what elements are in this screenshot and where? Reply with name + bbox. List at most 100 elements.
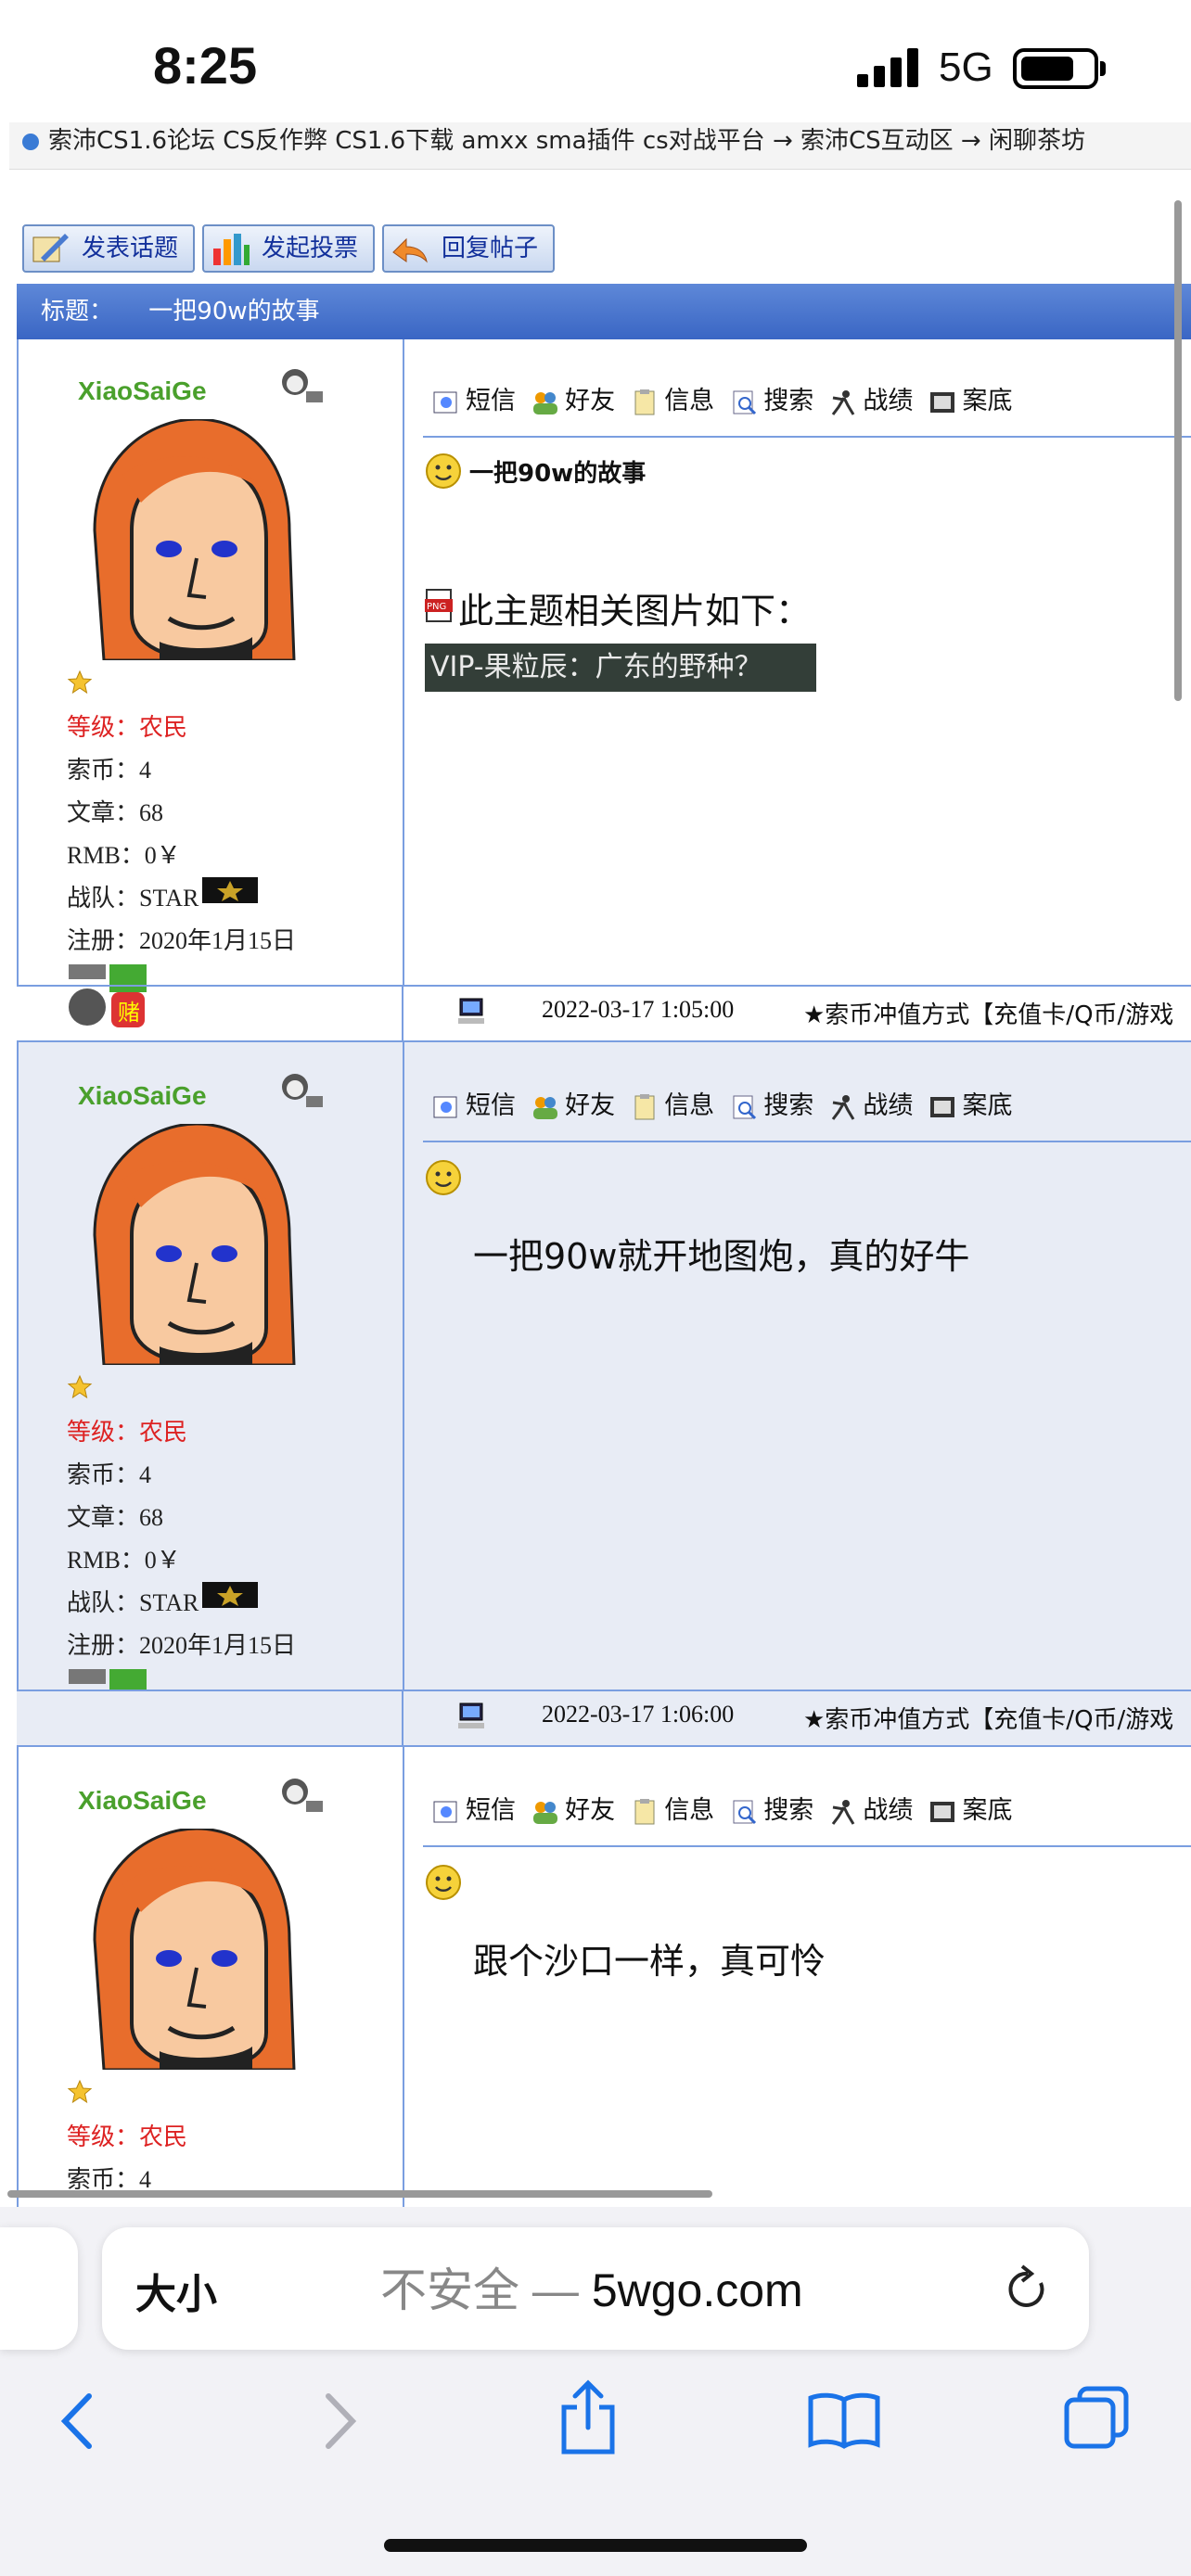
gender-icon bbox=[282, 1779, 323, 1812]
message-icon bbox=[433, 391, 457, 413]
new-poll-button[interactable]: 发起投票 bbox=[202, 224, 375, 273]
action-search[interactable]: 搜索 bbox=[730, 380, 813, 416]
star-icon bbox=[67, 2079, 93, 2104]
bookmarks-icon[interactable] bbox=[807, 2391, 881, 2450]
action-search[interactable]: 搜索 bbox=[730, 1085, 813, 1121]
footer-divider bbox=[402, 985, 403, 1042]
battery-icon bbox=[1013, 48, 1098, 89]
content-divider bbox=[423, 1141, 1191, 1142]
recharge-note[interactable]: ★索币冲值方式【充值卡/Q币/游戏 bbox=[803, 996, 1173, 1030]
breadcrumb-text[interactable]: 索沛CS1.6论坛 CS反作弊 CS1.6下载 amxx sma插件 cs对战平… bbox=[48, 127, 1085, 155]
action-record[interactable]: 战绩 bbox=[829, 1790, 913, 1826]
star-icon bbox=[67, 1374, 93, 1399]
battery-tip bbox=[1100, 61, 1106, 76]
user-team: 战队：STAR bbox=[67, 1589, 199, 1616]
new-topic-label: 发表话题 bbox=[82, 235, 179, 262]
team-emblem-icon bbox=[217, 1586, 243, 1606]
previous-tab-preview[interactable] bbox=[0, 2227, 78, 2350]
content-divider bbox=[423, 1845, 1191, 1847]
computer-icon bbox=[458, 1702, 484, 1728]
search-icon bbox=[733, 1800, 757, 1824]
user-level: 等级：农民 bbox=[67, 714, 188, 741]
post-actions: 短信 好友 信息 搜索 战绩 案底 bbox=[432, 1085, 1023, 1121]
reload-icon[interactable] bbox=[1004, 2263, 1052, 2315]
clipboard-icon bbox=[634, 1798, 655, 1824]
search-icon bbox=[733, 390, 757, 414]
message-icon bbox=[433, 1801, 457, 1822]
post-actions: 短信 好友 信息 搜索 战绩 案底 bbox=[432, 380, 1023, 416]
network-label: 5G bbox=[939, 45, 993, 90]
film-icon bbox=[930, 1096, 955, 1117]
action-case[interactable]: 案底 bbox=[928, 1790, 1012, 1826]
insecure-label: 不安全 — bbox=[380, 2264, 579, 2316]
computer-icon bbox=[458, 998, 484, 1024]
reply-button[interactable]: 回复帖子 bbox=[382, 224, 555, 273]
post-content: 跟个沙口一样，真可怜 bbox=[473, 1941, 826, 1982]
user-registered: 注册：2020年1月15日 bbox=[67, 927, 297, 954]
tabs-icon[interactable] bbox=[1063, 2385, 1130, 2452]
png-file-icon: PNG bbox=[425, 589, 453, 622]
images-label: 此主题相关图片如下： bbox=[458, 591, 812, 631]
soldier-icon bbox=[832, 1094, 855, 1120]
soldier-icon bbox=[832, 1799, 855, 1825]
smiley-icon bbox=[426, 453, 461, 489]
user-level: 等级：农民 bbox=[67, 1419, 188, 1446]
user-registered: 注册：2020年1月15日 bbox=[67, 1632, 297, 1659]
action-friend[interactable]: 好友 bbox=[531, 380, 615, 416]
text-size-button[interactable]: 大小 bbox=[135, 2261, 217, 2320]
back-icon[interactable] bbox=[58, 2392, 98, 2450]
new-topic-button[interactable]: 发表话题 bbox=[22, 224, 195, 273]
clipboard-icon bbox=[634, 389, 655, 414]
username[interactable]: XiaoSaiGe bbox=[78, 376, 207, 406]
username[interactable]: XiaoSaiGe bbox=[78, 1081, 207, 1111]
action-info[interactable]: 信息 bbox=[631, 1790, 714, 1826]
gender-icon bbox=[282, 1074, 323, 1107]
reply-arrow-icon bbox=[392, 237, 428, 263]
action-friend[interactable]: 好友 bbox=[531, 1085, 615, 1121]
action-info[interactable]: 信息 bbox=[631, 1085, 714, 1121]
action-message[interactable]: 短信 bbox=[432, 380, 516, 416]
status-time: 8:25 bbox=[153, 36, 258, 95]
team-logo bbox=[202, 877, 258, 903]
action-case[interactable]: 案底 bbox=[928, 380, 1012, 416]
friends-icon bbox=[533, 1096, 558, 1119]
forward-icon[interactable] bbox=[319, 2392, 360, 2450]
user-coins: 索币：4 bbox=[67, 1461, 152, 1488]
attached-image[interactable]: VIP-果粒辰：广东的野种？ bbox=[425, 644, 816, 692]
topic-title: 一把90w的故事 bbox=[148, 298, 320, 325]
avatar[interactable] bbox=[67, 1124, 299, 1365]
new-poll-label: 发起投票 bbox=[262, 235, 359, 262]
post-time: 2022-03-17 1:05:00 bbox=[542, 996, 735, 1023]
breadcrumb[interactable]: 索沛CS1.6论坛 CS反作弊 CS1.6下载 amxx sma插件 cs对战平… bbox=[9, 122, 1191, 170]
message-icon bbox=[433, 1096, 457, 1117]
action-case[interactable]: 案底 bbox=[928, 1085, 1012, 1121]
action-record[interactable]: 战绩 bbox=[829, 1085, 913, 1121]
soldier-icon bbox=[832, 389, 855, 415]
team-logo bbox=[202, 1582, 258, 1608]
avatar[interactable] bbox=[67, 1829, 299, 2070]
horizontal-scrollbar[interactable] bbox=[7, 2190, 712, 2198]
action-record[interactable]: 战绩 bbox=[829, 380, 913, 416]
post-content: 一把90w就开地图炮，真的好牛 bbox=[473, 1236, 970, 1277]
home-indicator bbox=[384, 2539, 807, 2552]
action-search[interactable]: 搜索 bbox=[730, 1790, 813, 1826]
smiley-icon bbox=[426, 1865, 461, 1900]
svg-text:PNG: PNG bbox=[427, 602, 446, 612]
avatar[interactable] bbox=[67, 419, 299, 660]
share-icon[interactable] bbox=[558, 2379, 618, 2455]
action-message[interactable]: 短信 bbox=[432, 1790, 516, 1826]
footer-divider bbox=[402, 1690, 403, 1747]
url-display[interactable]: 不安全 — 5wgo.com bbox=[380, 2253, 803, 2320]
username[interactable]: XiaoSaiGe bbox=[78, 1786, 207, 1816]
recharge-note[interactable]: ★索币冲值方式【充值卡/Q币/游戏 bbox=[803, 1701, 1173, 1735]
gender-icon bbox=[282, 369, 323, 402]
action-friend[interactable]: 好友 bbox=[531, 1790, 615, 1826]
quill-icon bbox=[32, 234, 69, 262]
action-info[interactable]: 信息 bbox=[631, 380, 714, 416]
team-emblem-icon bbox=[217, 881, 243, 901]
signal-icon bbox=[857, 48, 918, 87]
user-articles: 文章：68 bbox=[67, 799, 164, 826]
vertical-scrollbar[interactable] bbox=[1174, 200, 1182, 701]
clipboard-icon bbox=[634, 1093, 655, 1119]
action-message[interactable]: 短信 bbox=[432, 1085, 516, 1121]
